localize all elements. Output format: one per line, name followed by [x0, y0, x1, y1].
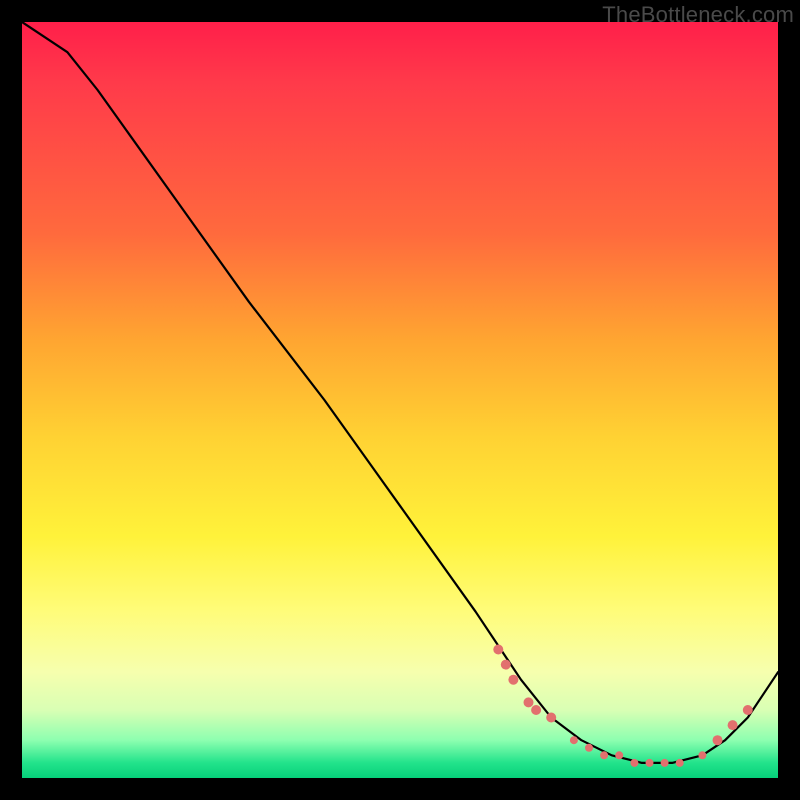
marker-dot	[661, 759, 669, 767]
marker-dot	[501, 660, 511, 670]
chart-frame: TheBottleneck.com	[0, 0, 800, 800]
marker-dot	[524, 697, 534, 707]
bottleneck-curve	[22, 22, 778, 763]
marker-dot	[600, 751, 608, 759]
marker-dot	[585, 744, 593, 752]
marker-dot	[531, 705, 541, 715]
curve-layer	[22, 22, 778, 778]
marker-dot	[630, 759, 638, 767]
marker-dot	[570, 736, 578, 744]
marker-dot	[743, 705, 753, 715]
marker-dot	[676, 759, 684, 767]
marker-dot	[646, 759, 654, 767]
marker-dot	[728, 720, 738, 730]
marker-dot	[615, 751, 623, 759]
marker-dot	[546, 713, 556, 723]
plot-area	[22, 22, 778, 778]
marker-dot	[493, 645, 503, 655]
marker-dot	[508, 675, 518, 685]
marker-dot	[713, 735, 723, 745]
marker-dot	[698, 751, 706, 759]
